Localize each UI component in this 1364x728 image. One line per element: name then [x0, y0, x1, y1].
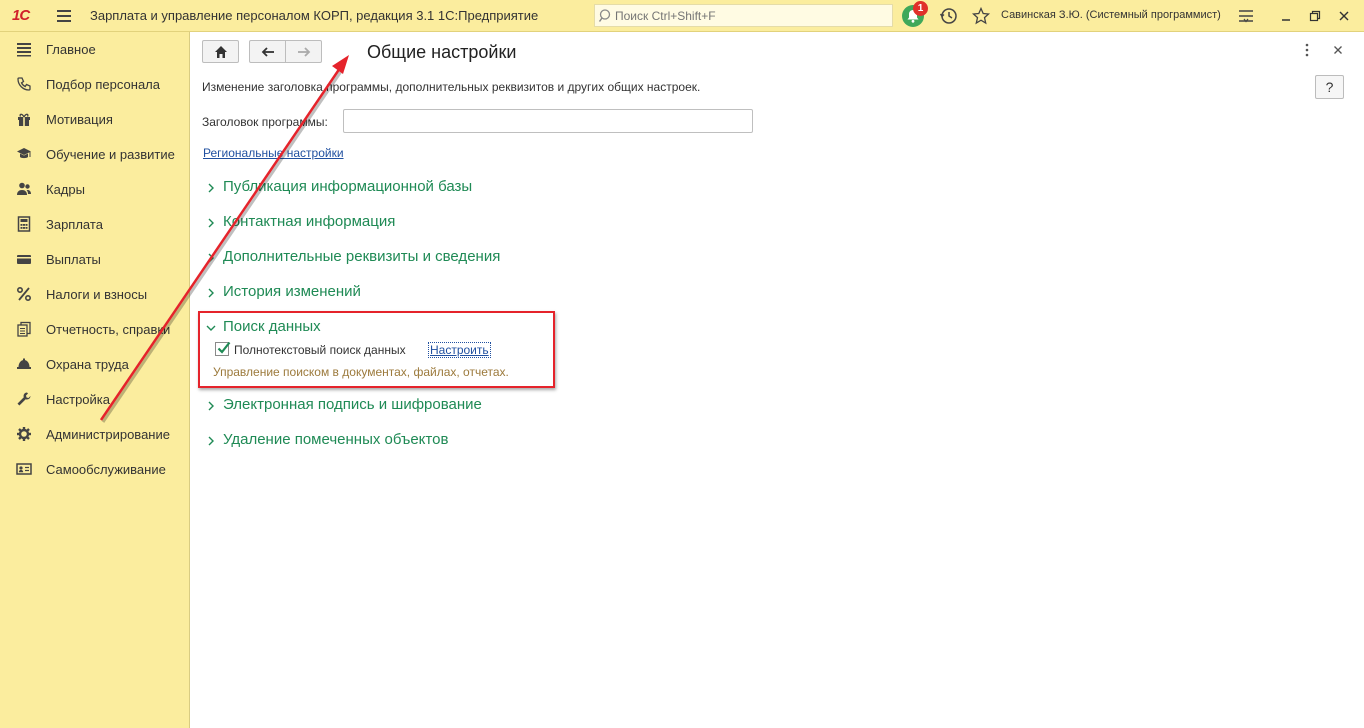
restore-window-icon[interactable]	[1305, 6, 1325, 26]
sidebar-item-label: Мотивация	[46, 112, 113, 127]
fulltext-search-label[interactable]: Полнотекстовый поиск данных	[234, 343, 406, 357]
helmet-icon	[17, 358, 31, 369]
sidebar-item-hr[interactable]: Кадры	[0, 172, 189, 207]
sidebar-item-administration[interactable]: Администрирование	[0, 417, 189, 452]
phone-icon	[17, 77, 31, 91]
app-logo: 1С	[12, 7, 30, 24]
list-icon	[17, 43, 31, 57]
more-actions-icon[interactable]	[1302, 42, 1312, 58]
sidebar-item-training[interactable]: Обучение и развитие	[0, 137, 189, 172]
main-menu-icon[interactable]	[1236, 6, 1256, 26]
sidebar-item-label: Охрана труда	[46, 357, 129, 372]
program-title-label: Заголовок программы:	[202, 115, 328, 129]
form-area: Общие настройки ? Изменение заголовка пр…	[191, 32, 1364, 728]
notifications-button[interactable]: 1	[902, 1, 928, 27]
sidebar-item-label: Главное	[46, 42, 96, 57]
wallet-icon	[17, 255, 31, 264]
favorites-star-icon[interactable]	[971, 6, 991, 26]
sidebar-item-label: Выплаты	[46, 252, 101, 267]
arrow-left-icon	[261, 47, 274, 57]
chevron-right-icon	[208, 218, 214, 228]
sidebar-item-taxes[interactable]: Налоги и взносы	[0, 277, 189, 312]
sidebar-item-label: Отчетность, справки	[46, 322, 171, 337]
calculator-icon	[17, 216, 31, 232]
sections-panel: Главное Подбор персонала Мотивация Обуче…	[0, 32, 190, 728]
id-card-icon	[16, 463, 32, 475]
search-icon	[598, 9, 611, 22]
help-button[interactable]: ?	[1315, 75, 1344, 99]
history-icon[interactable]	[939, 6, 959, 26]
chevron-right-icon	[208, 253, 214, 263]
section-label: Электронная подпись и шифрование	[223, 396, 482, 413]
current-user[interactable]: Савинская З.Ю. (Системный программист)	[1001, 9, 1221, 21]
sidebar-item-motivation[interactable]: Мотивация	[0, 102, 189, 137]
section-label: Публикация информационной базы	[223, 178, 473, 195]
close-icon[interactable]	[1330, 42, 1346, 58]
section-label: Контактная информация	[223, 213, 396, 230]
sidebar-item-recruiting[interactable]: Подбор персонала	[0, 67, 189, 102]
home-button[interactable]	[202, 40, 239, 63]
sidebar-item-label: Администрирование	[46, 427, 170, 442]
sidebar-item-label: Самообслуживание	[46, 462, 166, 477]
program-title-input[interactable]	[343, 109, 753, 133]
chevron-right-icon	[208, 401, 214, 411]
search-input[interactable]	[615, 7, 885, 24]
title-bar: 1С Зарплата и управление персоналом КОРП…	[0, 0, 1364, 32]
minimize-icon[interactable]	[1276, 6, 1296, 26]
section-label: Дополнительные реквизиты и сведения	[223, 248, 501, 265]
fulltext-search-checkbox[interactable]	[215, 341, 231, 356]
percent-icon	[16, 286, 32, 302]
wrench-icon	[17, 392, 31, 406]
gear-icon	[17, 427, 31, 441]
arrow-right-icon	[298, 47, 311, 57]
sidebar-item-main[interactable]: Главное	[0, 32, 189, 67]
forward-button[interactable]	[285, 40, 322, 63]
sidebar-item-payments[interactable]: Выплаты	[0, 242, 189, 277]
chevron-right-icon	[208, 288, 214, 298]
sidebar-item-label: Налоги и взносы	[46, 287, 148, 302]
section-label: Удаление помеченных объектов	[223, 431, 449, 448]
fulltext-search-hint: Управление поиском в документах, файлах,…	[213, 365, 509, 379]
app-title: Зарплата и управление персоналом КОРП, р…	[90, 8, 539, 23]
global-search[interactable]	[594, 4, 893, 27]
regional-settings-link[interactable]: Региональные настройки	[203, 146, 344, 160]
sidebar-item-salary[interactable]: Зарплата	[0, 207, 189, 242]
people-icon	[17, 182, 31, 195]
gift-icon	[18, 113, 30, 126]
section-label: Поиск данных	[223, 318, 321, 335]
close-window-icon[interactable]	[1334, 6, 1354, 26]
sidebar-item-label: Настройка	[46, 392, 110, 407]
section-label: История изменений	[223, 283, 361, 300]
form-description: Изменение заголовка программы, дополните…	[202, 80, 701, 94]
sidebar-item-label: Зарплата	[46, 217, 103, 232]
notification-count-badge: 1	[913, 1, 928, 16]
chevron-right-icon	[208, 183, 214, 193]
sidebar-item-label: Подбор персонала	[46, 77, 160, 92]
chevron-right-icon	[208, 436, 214, 446]
page-title: Общие настройки	[367, 42, 517, 62]
documents-icon	[17, 321, 31, 337]
checkmark-icon	[217, 341, 231, 354]
sidebar-item-setup[interactable]: Настройка	[0, 382, 189, 417]
sidebar-item-self-service[interactable]: Самообслуживание	[0, 452, 189, 487]
sidebar-item-labor-safety[interactable]: Охрана труда	[0, 347, 189, 382]
chevron-down-icon	[206, 325, 216, 331]
sidebar-item-reports[interactable]: Отчетность, справки	[0, 312, 189, 347]
sidebar-item-label: Кадры	[46, 182, 85, 197]
hamburger-menu-icon[interactable]	[56, 8, 72, 24]
graduation-cap-icon	[17, 148, 31, 159]
sidebar-item-label: Обучение и развитие	[46, 147, 175, 162]
back-button[interactable]	[249, 40, 286, 63]
home-icon	[215, 46, 227, 58]
configure-link[interactable]: Настроить	[428, 342, 491, 358]
